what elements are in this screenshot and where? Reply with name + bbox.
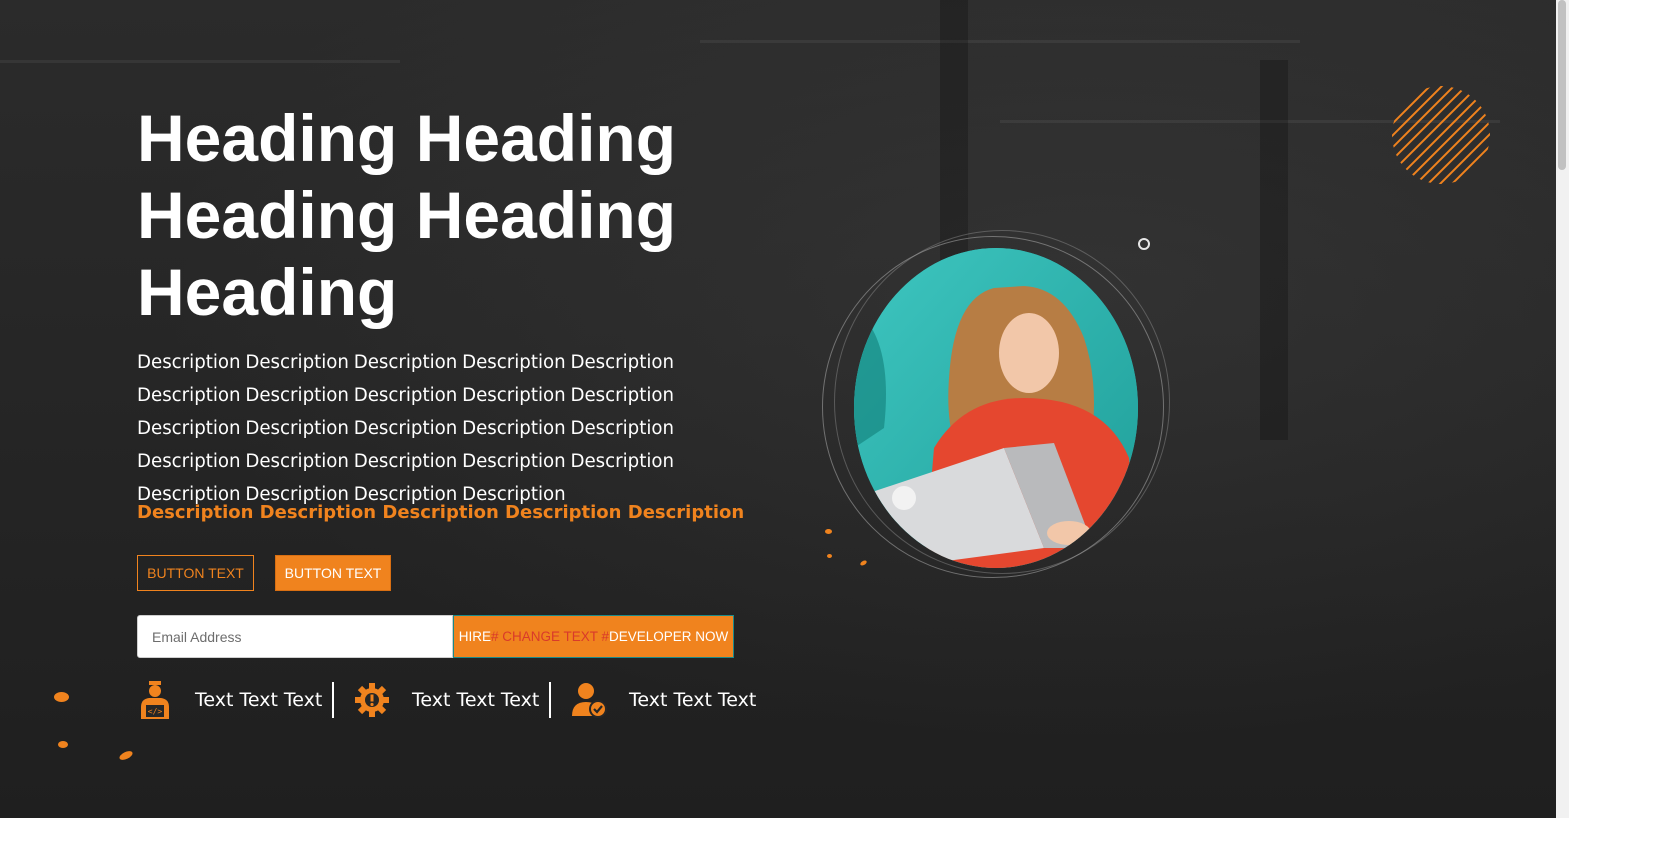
hero-tagline: Description Description Description Desc… (137, 502, 745, 523)
user-check-icon (571, 681, 607, 719)
background-decor (0, 60, 400, 63)
orange-dot-decor (54, 692, 69, 702)
scrollbar-thumb[interactable] (1558, 0, 1566, 170)
orange-dot-decor (58, 741, 68, 748)
woman-laptop-photo (854, 248, 1138, 568)
hero-heading: Heading Heading Heading Heading Heading (137, 101, 677, 329)
hire-suffix: DEVELOPER NOW (609, 629, 729, 644)
filled-button[interactable]: BUTTON TEXT (275, 555, 391, 591)
feature-label: Text Text Text (412, 689, 540, 711)
svg-text:</>: </> (148, 707, 163, 716)
hire-change-text: # CHANGE TEXT # (490, 629, 610, 644)
hero-description: Description Description Description Desc… (137, 352, 675, 505)
feature-label: Text Text Text (629, 689, 757, 711)
orange-dot-decor (825, 529, 832, 534)
orange-dot-decor (118, 749, 134, 762)
background-decor (700, 40, 1300, 43)
orange-dot-decor (827, 554, 832, 558)
hire-prefix: HIRE (458, 629, 491, 644)
hero-photo-frame (818, 228, 1174, 580)
gear-icon (354, 681, 390, 719)
feature-item: Text Text Text (571, 680, 756, 720)
hire-developer-button[interactable]: HIRE # CHANGE TEXT # DEVELOPER NOW (453, 615, 734, 658)
email-input[interactable] (137, 615, 453, 658)
feature-label: Text Text Text (195, 689, 323, 711)
feature-divider (332, 682, 334, 718)
feature-item: </> Text Text Text (137, 680, 322, 720)
small-ring-decor (1138, 238, 1150, 250)
hero-section: Heading Heading Heading Heading Heading … (0, 0, 1556, 818)
outline-button[interactable]: BUTTON TEXT (137, 555, 254, 591)
developer-icon: </> (137, 681, 173, 719)
striped-circle-decor (1392, 86, 1490, 184)
background-decor (1260, 60, 1288, 440)
feature-item: Text Text Text (354, 680, 539, 720)
feature-divider (549, 682, 551, 718)
